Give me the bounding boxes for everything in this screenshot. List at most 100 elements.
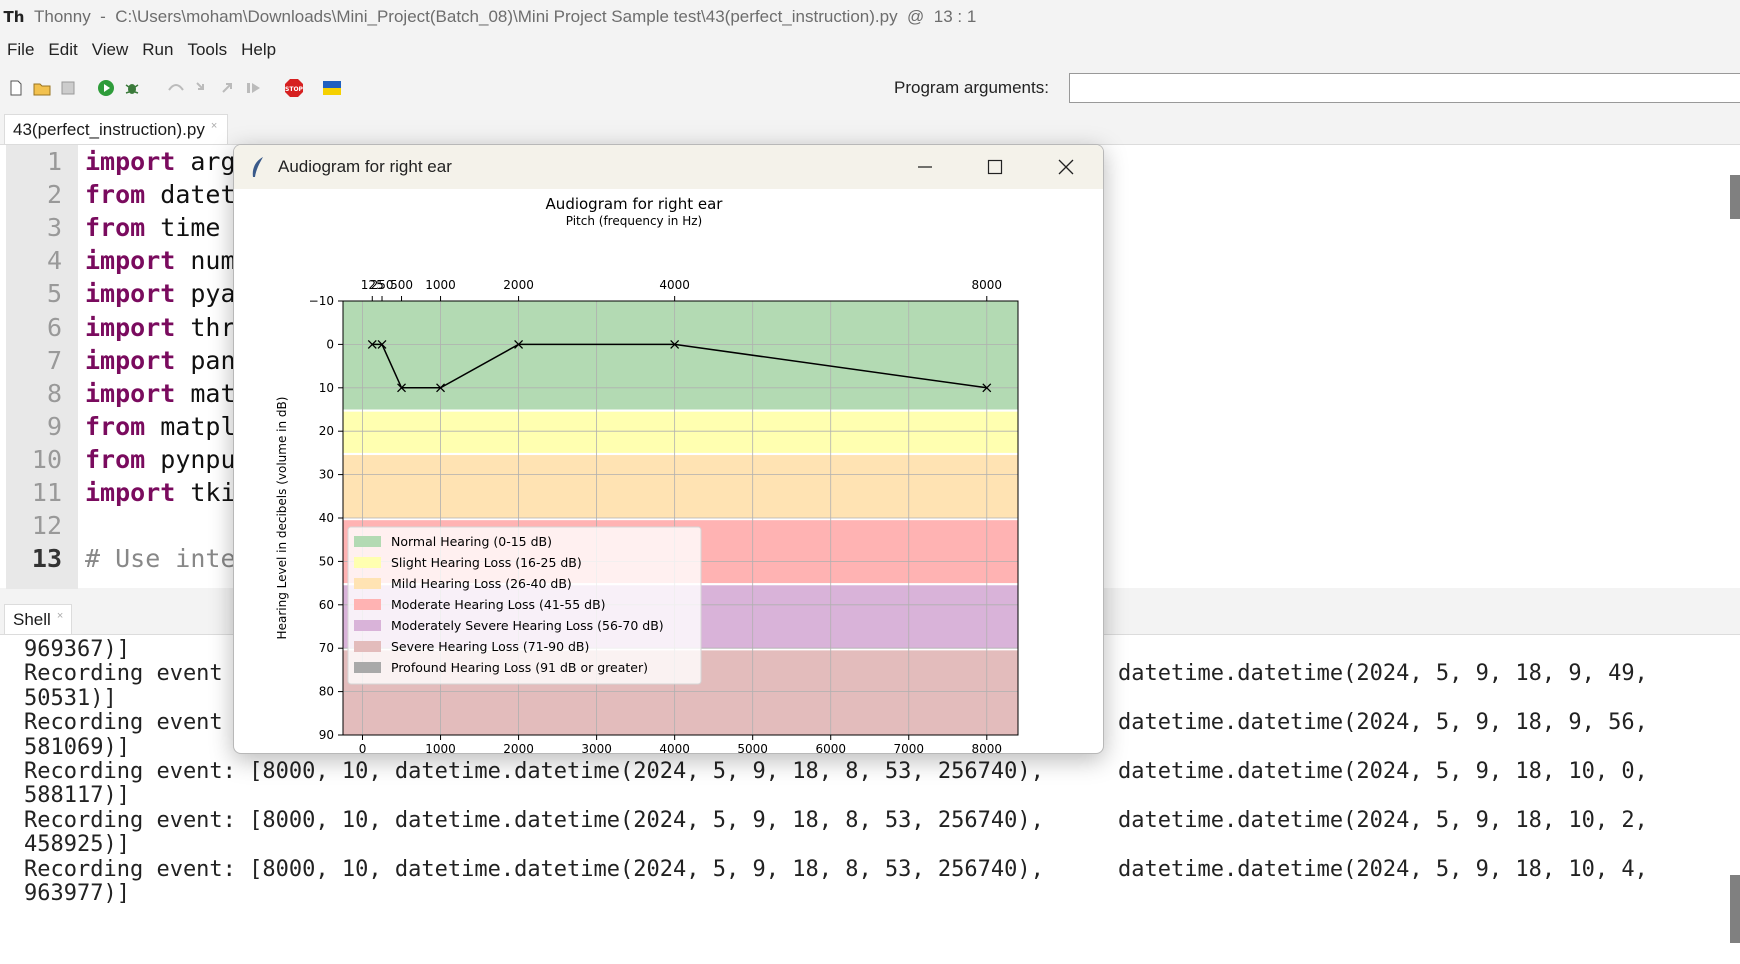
code-line[interactable]: 4 import num xyxy=(0,244,236,277)
menu-help[interactable]: Help xyxy=(234,40,283,60)
top-x-tick-label: 2000 xyxy=(503,278,534,292)
menu-run[interactable]: Run xyxy=(135,40,180,60)
close-icon[interactable]: × xyxy=(211,120,217,132)
code-rest: pan xyxy=(175,345,236,375)
code-text: import mat xyxy=(85,379,236,408)
ukraine-flag-icon[interactable] xyxy=(322,78,342,98)
code-line[interactable]: 10 from pynpu xyxy=(0,443,236,476)
code-line[interactable]: 7 import pan xyxy=(0,344,236,377)
code-rest: thr xyxy=(175,312,236,342)
debug-icon[interactable] xyxy=(122,78,142,98)
code-line[interactable]: 9 from matpl xyxy=(0,410,236,443)
shell-output-line: Recording event: [8000, 10, datetime.dat… xyxy=(24,807,1044,833)
resume-icon xyxy=(244,78,264,98)
shell-output-line: 458925)] xyxy=(24,832,130,858)
menu-view[interactable]: View xyxy=(85,40,136,60)
shell-output-line: Recording event xyxy=(24,710,223,736)
toolbar: STOP Program arguments: xyxy=(0,70,1740,106)
code-line[interactable]: 13 # Use inte xyxy=(0,542,236,575)
menu-bar: File Edit View Run Tools Help xyxy=(0,36,283,64)
line-number: 7 xyxy=(46,345,62,375)
code-keyword: from xyxy=(85,213,146,243)
line-number: 12 xyxy=(31,511,62,541)
shell-output-line-right: datetime.datetime(2024, 5, 9, 18, 10, 0, xyxy=(1118,759,1648,784)
hearing-band xyxy=(343,411,1018,453)
x-tick-label: 8000 xyxy=(972,742,1003,754)
code-line[interactable]: 1 import arg xyxy=(0,145,236,178)
save-icon[interactable] xyxy=(58,78,78,98)
legend-swatch xyxy=(354,599,381,610)
code-text: import tki xyxy=(85,478,236,507)
x-tick-label: 3000 xyxy=(581,742,612,754)
legend-label: Moderate Hearing Loss (41-55 dB) xyxy=(391,597,606,612)
menu-file[interactable]: File xyxy=(0,40,41,60)
editor-scrollbar[interactable] xyxy=(1730,175,1740,219)
title-bar: Th Thonny - C:\Users\moham\Downloads\Min… xyxy=(0,0,1740,34)
maximize-button[interactable] xyxy=(960,145,1030,189)
step-out-icon xyxy=(218,78,238,98)
audiogram-title-bar: Audiogram for right ear xyxy=(234,145,1103,189)
x-tick-label: 0 xyxy=(359,742,367,754)
minimize-button[interactable] xyxy=(890,145,960,189)
shell-tab-label: Shell xyxy=(13,610,51,629)
hearing-band xyxy=(343,301,1018,410)
feather-icon xyxy=(248,155,268,179)
legend-swatch xyxy=(354,620,381,631)
x-tick-label: 4000 xyxy=(659,742,690,754)
code-rest: # Use inte xyxy=(85,544,236,574)
line-number: 11 xyxy=(31,478,62,507)
code-line[interactable]: 11 import tki xyxy=(0,476,236,509)
code-keyword: import xyxy=(85,378,176,408)
code-rest: num xyxy=(175,246,236,276)
editor-tab-label: 43(perfect_instruction).py xyxy=(13,120,205,139)
y-tick-label: 80 xyxy=(319,685,334,699)
audiogram-window: Audiogram for right ear 0 1000 2000 3000 400… xyxy=(233,144,1104,754)
code-line[interactable]: 8 import mat xyxy=(0,377,236,410)
shell-output-line: 588117)] xyxy=(24,783,130,809)
code-text: from pynpu xyxy=(85,445,236,474)
legend-swatch xyxy=(354,641,381,652)
legend-label: Normal Hearing (0-15 dB) xyxy=(391,534,552,549)
menu-edit[interactable]: Edit xyxy=(41,40,84,60)
shell-output-line-right: datetime.datetime(2024, 5, 9, 18, 9, 56, xyxy=(1118,710,1648,736)
shell-tab[interactable]: Shell × xyxy=(4,604,73,634)
code-rest: arg xyxy=(175,147,236,176)
x-tick-label: 7000 xyxy=(893,742,924,754)
code-rest: time xyxy=(145,213,221,243)
x-tick-label: 6000 xyxy=(815,742,846,754)
line-number: 1 xyxy=(46,147,62,176)
shell-output-line-right: datetime.datetime(2024, 5, 9, 18, 10, 2, xyxy=(1118,807,1648,833)
new-file-icon[interactable] xyxy=(6,78,26,98)
code-text: from datet xyxy=(85,180,236,209)
code-line[interactable]: 6 import thr xyxy=(0,311,236,344)
code-text: import pya xyxy=(85,279,236,308)
close-icon[interactable]: × xyxy=(57,610,63,622)
shell-output-line-right: datetime.datetime(2024, 5, 9, 18, 9, 49, xyxy=(1118,661,1648,687)
stop-icon[interactable]: STOP xyxy=(284,78,304,98)
legend-swatch xyxy=(354,557,381,568)
open-file-icon[interactable] xyxy=(32,78,52,98)
code-keyword: import xyxy=(85,478,176,507)
line-number: 5 xyxy=(46,279,62,309)
program-arguments-input[interactable] xyxy=(1069,73,1740,103)
run-icon[interactable] xyxy=(96,78,116,98)
code-rest: tki xyxy=(175,478,236,507)
code-line[interactable]: 12 xyxy=(0,509,62,542)
shell-output-line: Recording event: [8000, 10, datetime.dat… xyxy=(24,856,1044,882)
code-line[interactable]: 5 import pya xyxy=(0,277,236,310)
line-number: 8 xyxy=(46,378,62,408)
line-number: 10 xyxy=(31,444,62,474)
editor-tab[interactable]: 43(perfect_instruction).py × xyxy=(4,114,229,144)
code-keyword: from xyxy=(85,411,146,441)
code-line[interactable]: 3 from time xyxy=(0,211,221,244)
shell-output-line: 969367)] xyxy=(24,637,130,662)
y-tick-label: 0 xyxy=(326,337,334,351)
shell-scrollbar[interactable] xyxy=(1730,875,1740,943)
menu-tools[interactable]: Tools xyxy=(180,40,234,60)
code-keyword: from xyxy=(85,444,146,474)
code-text: import thr xyxy=(85,313,236,342)
close-button[interactable] xyxy=(1031,145,1101,189)
line-number: 2 xyxy=(46,180,62,210)
top-x-axis-label: Pitch (frequency in Hz) xyxy=(566,214,702,228)
code-line[interactable]: 2 from datet xyxy=(0,178,236,211)
